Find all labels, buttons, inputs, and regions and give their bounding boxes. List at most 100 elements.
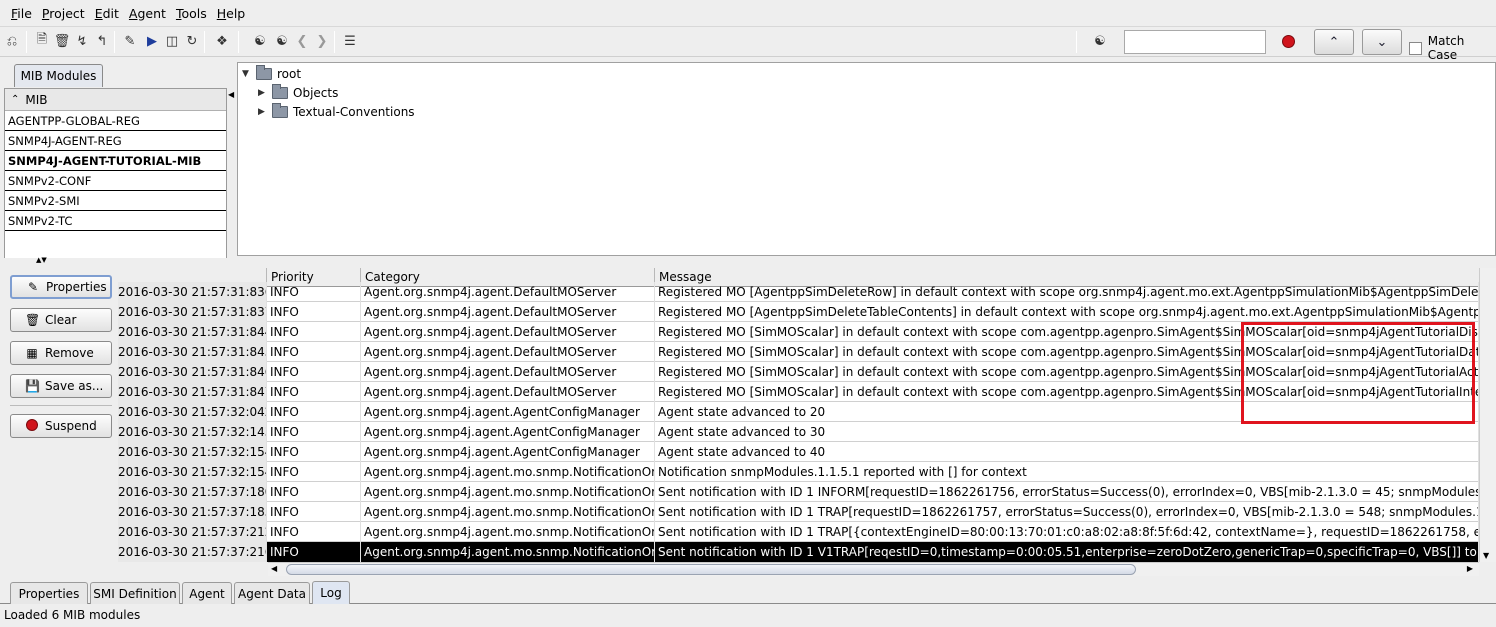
cell-priority: INFO xyxy=(267,382,361,402)
toolbar-separator xyxy=(238,31,239,53)
search-previous-button[interactable]: ⌃ xyxy=(1314,29,1354,55)
scroll-down-icon[interactable]: ▼ xyxy=(1483,551,1489,560)
save-as-button[interactable]: 💾 Save as... xyxy=(10,374,112,398)
list-item[interactable]: SNMPv2-TC xyxy=(5,211,226,231)
properties-button[interactable]: ✎ Properties xyxy=(10,275,112,299)
tab-mib-modules[interactable]: MIB Modules xyxy=(14,64,103,87)
cell-message: Sent notification with ID 1 TRAP[{contex… xyxy=(655,522,1479,542)
list-item[interactable]: AGENTPP-GLOBAL-REG xyxy=(5,111,226,131)
refresh-icon[interactable]: ↻ xyxy=(182,31,202,51)
toolbar: ⎌ 🗎 🗑 ↯ ↰ ✎ ▶ ◫ ↻ ❖ ☯ ☯ ❮ ❯ ☰ ☯ ⌃ ⌄ Matc… xyxy=(0,27,1496,62)
horizontal-scrollbar[interactable]: ◀ ▶ xyxy=(268,562,1479,576)
tab-smi-definition[interactable]: SMI Definition xyxy=(90,582,180,604)
mib-column-header[interactable]: ⌃ MIB xyxy=(5,89,226,111)
remove-icon: ▦ xyxy=(26,346,38,360)
expanded-arrow-icon[interactable]: ▼ xyxy=(242,69,256,79)
menu-project[interactable]: Project xyxy=(37,6,90,21)
table-row[interactable]: 2016-03-30 21:57:32:154 INFO Agent.org.snm… xyxy=(118,442,1479,462)
stop-search-icon[interactable] xyxy=(1278,31,1298,51)
collapsed-arrow-icon[interactable]: ▶ xyxy=(258,88,272,98)
cell-timestamp: 2016-03-30 21:57:31:845 xyxy=(118,342,267,362)
cell-message: Registered MO [AgentppSimDeleteRow] in d… xyxy=(655,282,1479,302)
tree-node-textual-conventions[interactable]: ▶ Textual-Conventions xyxy=(258,103,415,119)
tab-properties[interactable]: Properties xyxy=(10,582,88,604)
tab-agent[interactable]: Agent xyxy=(182,582,232,604)
cell-timestamp: 2016-03-30 21:57:37:212 xyxy=(118,522,267,542)
cell-category: Agent.org.snmp4j.agent.DefaultMOServer xyxy=(361,302,655,322)
scroll-left-icon[interactable]: ◀ xyxy=(271,564,277,573)
cell-priority: INFO xyxy=(267,302,361,322)
cell-category: Agent.org.snmp4j.agent.DefaultMOServer xyxy=(361,282,655,302)
table-row[interactable]: 2016-03-30 21:57:37:212 INFO Agent.org.snm… xyxy=(118,522,1479,542)
back-icon[interactable]: ⎌ xyxy=(2,31,22,51)
previous-icon[interactable]: ❮ xyxy=(292,31,312,51)
cell-priority: INFO xyxy=(267,342,361,362)
cell-timestamp: 2016-03-30 21:57:37:216 xyxy=(118,542,267,562)
cell-timestamp: 2016-03-30 21:57:32:042 xyxy=(118,402,267,422)
tree-node-objects[interactable]: ▶ Objects xyxy=(258,84,338,100)
vertical-scrollbar[interactable]: ▼ xyxy=(1479,268,1496,562)
menu-file[interactable]: File xyxy=(6,6,37,21)
scroll-right-icon[interactable]: ▶ xyxy=(1467,564,1473,573)
properties-icon: ✎ xyxy=(27,280,39,294)
export-icon[interactable]: ↰ xyxy=(92,31,112,51)
new-file-icon[interactable]: 🗎 xyxy=(32,31,52,51)
cell-category: Agent.org.snmp4j.agent.DefaultMOServer xyxy=(361,322,655,342)
table-row[interactable]: 2016-03-30 21:57:31:836 INFO Agent.org.snm… xyxy=(118,282,1479,302)
search-input[interactable] xyxy=(1124,30,1266,54)
match-case-label: Match Case xyxy=(1427,34,1465,62)
cell-message: Agent state advanced to 40 xyxy=(655,442,1479,462)
mib-modules-panel: MIB Modules ⌃ MIB AGENTPP-GLOBAL-REG SNM… xyxy=(0,58,234,261)
menu-edit[interactable]: Edit xyxy=(90,6,124,21)
match-case-checkbox[interactable]: Match Case xyxy=(1409,34,1496,62)
settings-icon[interactable]: ❖ xyxy=(212,31,232,51)
tab-agent-data[interactable]: Agent Data xyxy=(234,582,310,604)
status-bar-text: Loaded 6 MIB modules xyxy=(4,608,141,622)
search-next-button[interactable]: ⌄ xyxy=(1362,29,1402,55)
pause-icon[interactable]: ◫ xyxy=(162,31,182,51)
cell-category: Agent.org.snmp4j.agent.mo.snmp.Notificat… xyxy=(361,542,655,562)
table-row[interactable]: 2016-03-30 21:57:32:154 INFO Agent.org.snm… xyxy=(118,462,1479,482)
collapsed-arrow-icon[interactable]: ▶ xyxy=(258,107,272,117)
menu-tools[interactable]: Tools xyxy=(171,6,212,21)
tree-node-label: root xyxy=(277,67,302,81)
cell-priority: INFO xyxy=(267,422,361,442)
checkbox-box[interactable] xyxy=(1409,41,1422,55)
table-row[interactable]: 2016-03-30 21:57:37:216 INFO Agent.org.snm… xyxy=(118,542,1479,562)
list-item[interactable]: SNMPv2-SMI xyxy=(5,191,226,211)
tab-log[interactable]: Log xyxy=(312,581,350,604)
table-row[interactable]: 2016-03-30 21:57:37:185 INFO Agent.org.snm… xyxy=(118,502,1479,522)
cell-category: Agent.org.snmp4j.agent.AgentConfigManage… xyxy=(361,402,655,422)
menu-help[interactable]: Help xyxy=(212,6,251,21)
cell-category: Agent.org.snmp4j.agent.DefaultMOServer xyxy=(361,382,655,402)
mib-tree: ▼ root ▶ Objects ▶ Textual-Conventions xyxy=(237,62,1496,256)
remove-button[interactable]: ▦ Remove xyxy=(10,341,112,365)
edit-icon[interactable]: ✎ xyxy=(120,31,140,51)
next-icon[interactable]: ❯ xyxy=(312,31,332,51)
table-row[interactable]: 2016-03-30 21:57:32:143 INFO Agent.org.snm… xyxy=(118,422,1479,442)
import-icon[interactable]: ↯ xyxy=(72,31,92,51)
tree-node-root[interactable]: ▼ root xyxy=(242,65,302,81)
table-row[interactable]: 2016-03-30 21:57:31:837 INFO Agent.org.snm… xyxy=(118,302,1479,322)
annotation-highlight-box xyxy=(1241,322,1475,424)
tree-view-icon[interactable]: ☰ xyxy=(340,31,360,51)
clear-button[interactable]: 🗑 Clear xyxy=(10,308,112,332)
collapse-left-icon[interactable]: ◀ xyxy=(228,90,234,99)
table-row[interactable]: 2016-03-30 21:57:37:180 INFO Agent.org.snm… xyxy=(118,482,1479,502)
run-icon[interactable]: ▶ xyxy=(142,31,162,51)
menu-agent[interactable]: Agent xyxy=(124,6,171,21)
suspend-button[interactable]: Suspend xyxy=(10,414,112,438)
binoculars-icon[interactable]: ☯ xyxy=(250,31,270,51)
button-separator xyxy=(10,405,112,406)
scrollbar-thumb[interactable] xyxy=(286,564,1136,575)
delete-icon[interactable]: 🗑 xyxy=(52,31,72,51)
cell-priority: INFO xyxy=(267,522,361,542)
list-item[interactable]: SNMPv2-CONF xyxy=(5,171,226,191)
splitter-arrows-icon[interactable]: ▲▼ xyxy=(36,256,47,264)
cell-timestamp: 2016-03-30 21:57:37:185 xyxy=(118,502,267,522)
button-label: Properties xyxy=(46,280,107,294)
list-item[interactable]: SNMP4J-AGENT-REG xyxy=(5,131,226,151)
horizontal-splitter[interactable]: ▲▼ xyxy=(0,256,1496,268)
find-next-icon[interactable]: ☯ xyxy=(272,31,292,51)
list-item[interactable]: SNMP4J-AGENT-TUTORIAL-MIB xyxy=(5,151,226,171)
